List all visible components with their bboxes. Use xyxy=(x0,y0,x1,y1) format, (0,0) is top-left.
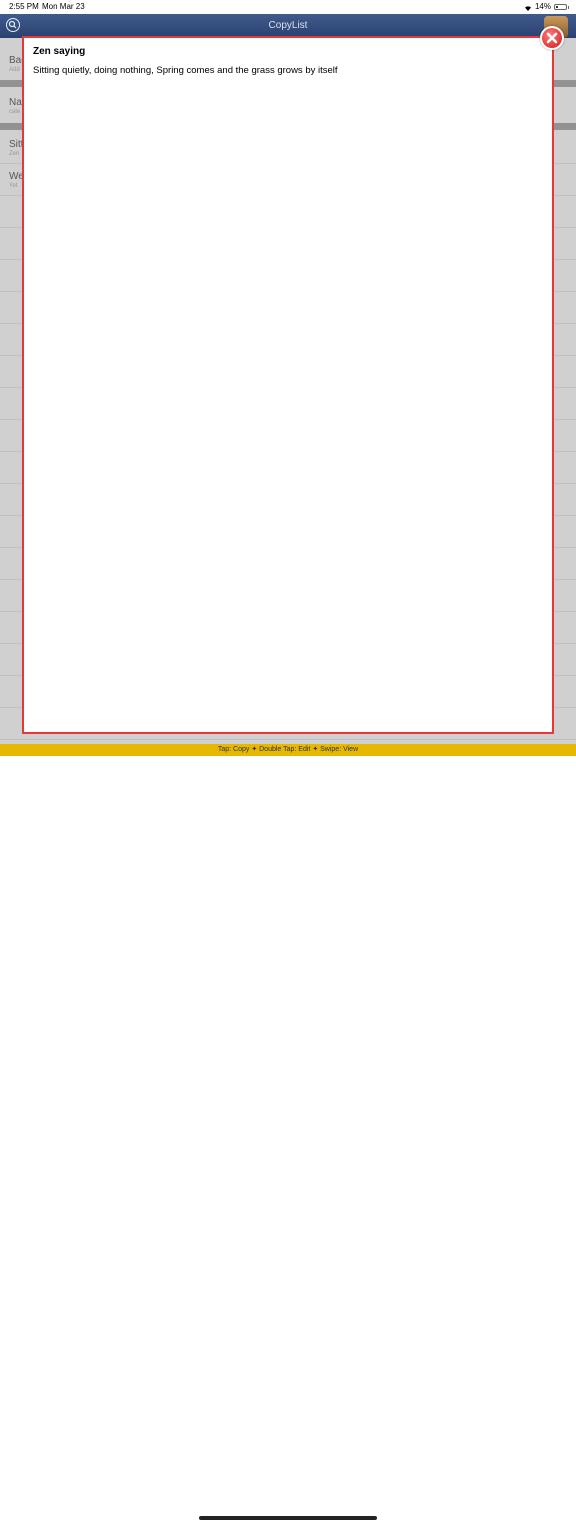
battery-percent: 14% xyxy=(534,2,551,11)
close-button[interactable] xyxy=(540,26,564,50)
detail-popup: Zen saying Sitting quietly, doing nothin… xyxy=(22,36,554,734)
status-time: 2:55 PM xyxy=(9,2,39,11)
status-bar: 2:55 PM Mon Mar 23 14% xyxy=(0,0,576,14)
page-title: CopyList xyxy=(268,20,308,31)
battery-icon xyxy=(554,3,569,10)
close-icon xyxy=(546,32,558,44)
hint-bar: Tap: Copy ✦ Double Tap: Edit ✦ Swipe: Vi… xyxy=(0,744,576,756)
status-date: Mon Mar 23 xyxy=(42,2,85,11)
footer xyxy=(0,756,576,1520)
popup-body: Sitting quietly, doing nothing, Spring c… xyxy=(33,65,338,76)
wifi-icon xyxy=(524,4,532,11)
popup-title: Zen saying xyxy=(33,46,86,57)
navigation-bar: CopyList xyxy=(0,14,576,38)
status-right: 14% xyxy=(524,2,569,11)
home-indicator[interactable] xyxy=(199,1516,377,1520)
